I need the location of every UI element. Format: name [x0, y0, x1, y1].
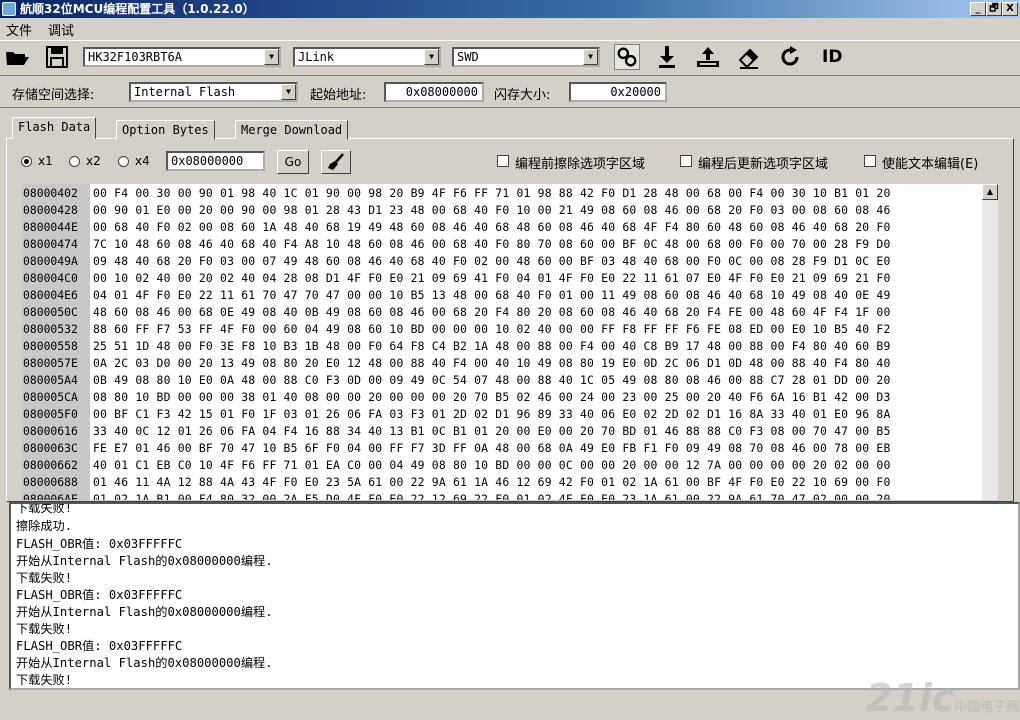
erase-icon[interactable]	[736, 44, 762, 70]
tab-option-bytes[interactable]: Option Bytes	[116, 120, 215, 140]
checkbox-text-edit-label: 使能文本编辑(E)	[882, 157, 979, 172]
window-title: 航顺32位MCU编程配置工具（1.0.22.0）	[20, 2, 255, 16]
chip-select-value: HK32F103RBT6A	[88, 50, 182, 64]
log-line: 开始从Internal Flash的0x08000000编程.	[16, 554, 273, 568]
upload-icon[interactable]	[695, 44, 721, 70]
hex-row: 080006AE 01 02 1A B1 00 F4 80 32 00 2A F5…	[22, 490, 891, 500]
title-bar: 航顺32位MCU编程配置工具（1.0.22.0） _ 🗗 X	[0, 0, 1020, 18]
interface-select-value: SWD	[457, 50, 479, 64]
log-line: 下载失败!	[16, 571, 73, 585]
hex-scrollbar[interactable]: ▲	[982, 184, 998, 500]
flash-size-field[interactable]: 0x20000	[569, 82, 667, 102]
view-address-field[interactable]: 0x08000000	[166, 151, 265, 171]
save-icon[interactable]	[44, 44, 70, 70]
start-address-field[interactable]: 0x08000000	[384, 82, 484, 102]
id-button[interactable]: ID	[822, 47, 842, 67]
minimize-button[interactable]: _	[970, 2, 986, 16]
adapter-select-value: JLink	[298, 50, 335, 64]
app-icon	[2, 2, 16, 16]
radio-x4-label: x4	[135, 154, 150, 168]
log-line: 擦除成功.	[16, 519, 73, 533]
menu-bar: 文件 调试	[0, 18, 1020, 39]
close-button[interactable]: X	[1002, 2, 1018, 16]
start-address-label: 起始地址:	[310, 88, 367, 103]
log-line: 开始从Internal Flash的0x08000000编程.	[16, 656, 273, 670]
radio-x2[interactable]	[69, 156, 80, 167]
radio-x1[interactable]	[21, 156, 32, 167]
checkbox-text-edit[interactable]	[864, 155, 876, 167]
log-line: 下载失败!	[16, 673, 73, 687]
menu-debug[interactable]: 调试	[48, 20, 74, 39]
log-line: FLASH_OBR值: 0x03FFFFFC	[16, 588, 183, 602]
radio-x1-label: x1	[38, 154, 53, 168]
chip-select[interactable]: HK32F103RBT6A ▼	[83, 47, 281, 67]
log-line: FLASH_OBR值: 0x03FFFFFC	[16, 537, 183, 551]
checkbox-update-after[interactable]	[680, 155, 692, 167]
flash-size-label: 闪存大小:	[494, 88, 551, 103]
watermark-sub: 中国电子网	[954, 700, 1020, 715]
connect-icon[interactable]	[614, 44, 640, 70]
log-line: 下载失败!	[16, 502, 73, 515]
log-line: 开始从Internal Flash的0x08000000编程.	[16, 605, 273, 619]
chevron-down-icon[interactable]: ▼	[583, 49, 598, 65]
radio-x4[interactable]	[118, 156, 129, 167]
go-button[interactable]: Go	[277, 150, 309, 174]
checkbox-erase-before[interactable]	[497, 155, 509, 167]
watermark-main: 21ic	[866, 676, 955, 720]
refresh-icon[interactable]	[777, 44, 803, 70]
restore-button[interactable]: 🗗	[986, 2, 1002, 16]
log-line: FLASH_OBR值: 0x03FFFFFC	[16, 639, 183, 653]
menu-file[interactable]: 文件	[6, 20, 32, 39]
memory-row: 存储空间选择: Internal Flash ▼ 起始地址: 0x0800000…	[0, 78, 1020, 108]
memory-select-label: 存储空间选择:	[12, 88, 95, 103]
scroll-up-icon[interactable]: ▲	[982, 184, 998, 200]
tab-merge-download[interactable]: Merge Download	[235, 120, 349, 140]
radio-x2-label: x2	[86, 154, 101, 168]
hex-view[interactable]: 08000402 00 F4 00 30 00 90 01 98 40 1C 01…	[22, 184, 982, 500]
chevron-down-icon[interactable]: ▼	[264, 49, 279, 65]
hex-bytes[interactable]: 01 02 1A B1 00 F4 80 32 00 2A F5 D0 4F F…	[90, 490, 891, 500]
memory-select[interactable]: Internal Flash ▼	[129, 82, 298, 102]
checkbox-erase-before-label: 编程前擦除选项字区域	[515, 157, 646, 172]
chevron-down-icon[interactable]: ▼	[424, 49, 439, 65]
log-output[interactable]: 下载失败! 擦除成功. FLASH_OBR值: 0x03FFFFFC 开始从In…	[9, 502, 1020, 690]
hex-address: 080006AE	[22, 490, 90, 500]
adapter-select[interactable]: JLink ▼	[293, 47, 441, 67]
watermark: 21ic中国电子网	[866, 676, 1019, 720]
tab-flash-data[interactable]: Flash Data	[12, 117, 97, 139]
chevron-down-icon[interactable]: ▼	[281, 84, 296, 100]
memory-select-value: Internal Flash	[134, 85, 236, 99]
brush-icon	[328, 153, 344, 170]
checkbox-update-after-label: 编程后更新选项字区域	[698, 157, 829, 172]
open-folder-icon[interactable]	[4, 44, 30, 70]
clear-button[interactable]	[321, 150, 351, 174]
log-line: 下载失败!	[16, 622, 73, 636]
interface-select[interactable]: SWD ▼	[452, 47, 600, 67]
download-icon[interactable]	[654, 44, 680, 70]
